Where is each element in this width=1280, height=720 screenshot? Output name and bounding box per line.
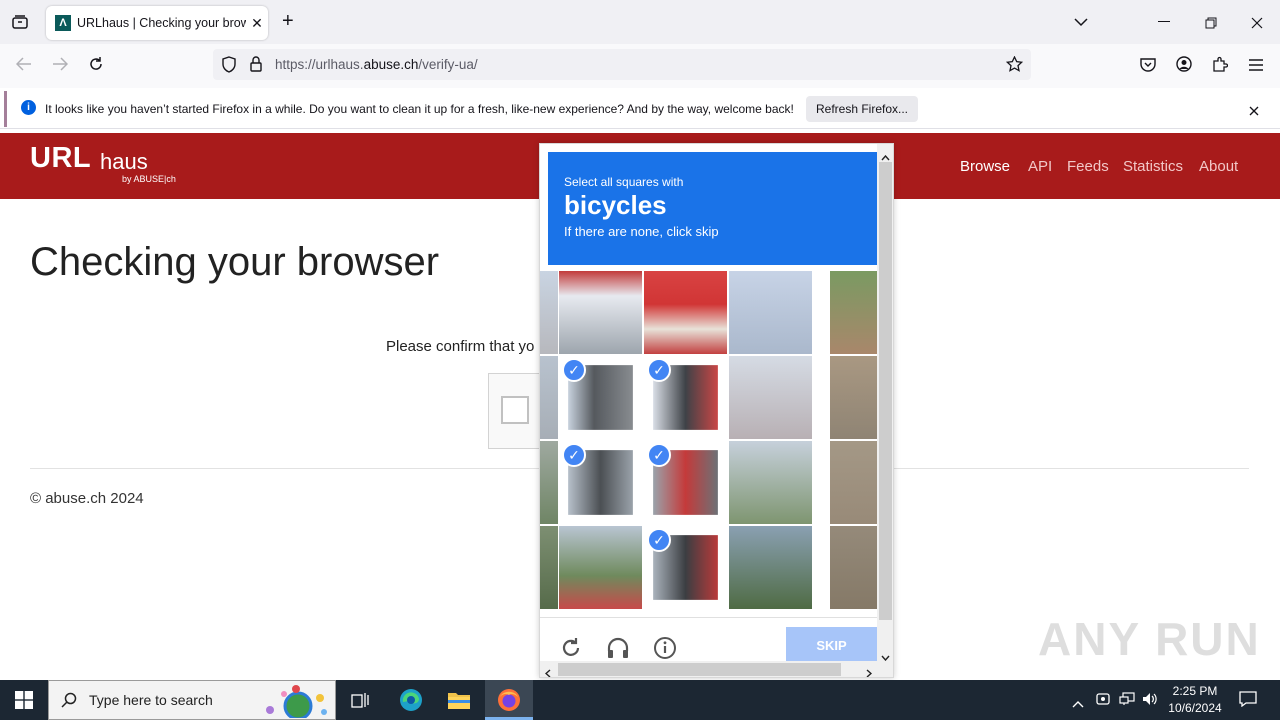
shield-icon[interactable]	[221, 56, 237, 78]
check-icon: ✓	[647, 528, 671, 552]
nav-statistics[interactable]: Statistics	[1123, 158, 1183, 175]
captcha-tile[interactable]	[540, 526, 558, 609]
refresh-firefox-button[interactable]: Refresh Firefox...	[806, 96, 918, 122]
recaptcha-checkbox[interactable]	[501, 396, 529, 424]
page-title: Checking your browser	[30, 240, 440, 284]
info-icon: i	[21, 100, 36, 115]
reload-icon[interactable]	[88, 56, 104, 77]
nav-about[interactable]: About	[1199, 158, 1238, 175]
notification-text: It looks like you haven’t started Firefo…	[45, 102, 794, 116]
captcha-tile[interactable]	[830, 271, 877, 354]
show-hidden-icons-icon[interactable]	[1072, 695, 1084, 713]
search-highlight-icon	[262, 684, 332, 720]
captcha-tile[interactable]	[540, 441, 558, 524]
back-icon[interactable]	[15, 57, 32, 76]
tab-title: URLhaus | Checking your brow	[77, 16, 246, 30]
close-window-icon[interactable]	[1251, 16, 1263, 34]
app-menu-icon[interactable]	[1249, 58, 1263, 76]
search-icon	[61, 692, 77, 713]
captcha-skip-hint: If there are none, click skip	[564, 224, 719, 239]
minimize-icon[interactable]	[1158, 21, 1170, 22]
check-icon: ✓	[647, 358, 671, 382]
captcha-tile[interactable]	[559, 526, 642, 609]
logo-by-text: by ABUSE|ch	[122, 174, 176, 184]
nav-feeds[interactable]: Feeds	[1067, 158, 1109, 175]
list-tabs-chevron-icon[interactable]	[1074, 14, 1088, 32]
scroll-right-icon[interactable]	[866, 665, 873, 677]
captcha-tile[interactable]	[729, 356, 812, 439]
lock-icon[interactable]	[249, 56, 263, 77]
skip-button[interactable]: SKIP	[786, 627, 877, 663]
restore-icon[interactable]	[1205, 16, 1217, 34]
windows-start-icon[interactable]	[0, 680, 48, 720]
check-icon: ✓	[562, 443, 586, 467]
url-text[interactable]: https://urlhaus.abuse.ch/verify-ua/	[275, 57, 478, 72]
tab-overview-icon[interactable]	[8, 12, 32, 32]
captcha-tile[interactable]	[830, 526, 877, 609]
scroll-up-icon[interactable]	[881, 148, 890, 166]
task-view-icon[interactable]	[336, 680, 384, 720]
urlhaus-favicon-icon: Λ	[55, 15, 71, 31]
captcha-tile[interactable]	[559, 271, 642, 354]
scroll-down-icon[interactable]	[881, 648, 890, 666]
file-explorer-icon[interactable]	[435, 680, 483, 720]
check-icon: ✓	[562, 358, 586, 382]
captcha-tile[interactable]	[830, 441, 877, 524]
forward-icon[interactable]	[52, 57, 69, 76]
anyrun-watermark: ANY RUN	[1038, 613, 1261, 665]
tab-close-icon[interactable]: ✕	[246, 15, 268, 32]
captcha-target: bicycles	[564, 190, 667, 220]
captcha-challenge: Select all squares with bicycles If ther…	[539, 143, 894, 678]
extensions-icon[interactable]	[1212, 56, 1229, 77]
horizontal-scroll-thumb[interactable]	[558, 663, 841, 676]
nav-browse[interactable]: Browse	[960, 158, 1010, 175]
pocket-icon[interactable]	[1140, 57, 1156, 77]
meet-now-icon[interactable]	[1096, 692, 1110, 711]
vertical-scroll-thumb[interactable]	[879, 162, 892, 620]
clock-time: 2:25 PM	[1172, 684, 1218, 698]
notifications-icon[interactable]	[1239, 691, 1257, 712]
captcha-tile[interactable]	[729, 526, 812, 609]
captcha-tile[interactable]	[644, 271, 727, 354]
check-icon: ✓	[647, 443, 671, 467]
bookmark-star-icon[interactable]	[1005, 55, 1024, 77]
confirm-text: Please confirm that yo	[386, 338, 535, 355]
search-placeholder: Type here to search	[89, 692, 213, 708]
active-tab[interactable]: Λ URLhaus | Checking your brow ✕	[46, 6, 268, 40]
new-tab-icon[interactable]: +	[282, 10, 294, 33]
notification-close-icon[interactable]	[1249, 103, 1259, 121]
scroll-left-icon[interactable]	[544, 665, 551, 677]
captcha-tile[interactable]	[540, 271, 558, 354]
nav-api[interactable]: API	[1028, 158, 1052, 175]
footer-copyright: © abuse.ch 2024	[30, 490, 144, 507]
captcha-tile[interactable]	[729, 441, 812, 524]
account-icon[interactable]	[1176, 56, 1192, 77]
captcha-tile[interactable]	[729, 271, 812, 354]
captcha-tile[interactable]	[830, 356, 877, 439]
notification-accent	[4, 91, 7, 127]
edge-icon[interactable]	[387, 680, 435, 720]
taskbar-clock[interactable]: 2:25 PM 10/6/2024	[1160, 683, 1230, 717]
network-icon[interactable]	[1119, 692, 1135, 711]
logo-url-text[interactable]: URL	[30, 142, 91, 175]
captcha-tile[interactable]	[540, 356, 558, 439]
clock-date: 10/6/2024	[1168, 701, 1222, 715]
captcha-footer-divider	[540, 617, 877, 618]
captcha-grid: ✓ ✓ ✓ ✓ ✓	[540, 271, 877, 611]
captcha-instruction: Select all squares with	[564, 175, 684, 189]
logo-haus-text[interactable]: haus	[100, 149, 148, 175]
firefox-icon	[485, 680, 533, 720]
volume-icon[interactable]	[1142, 692, 1158, 711]
